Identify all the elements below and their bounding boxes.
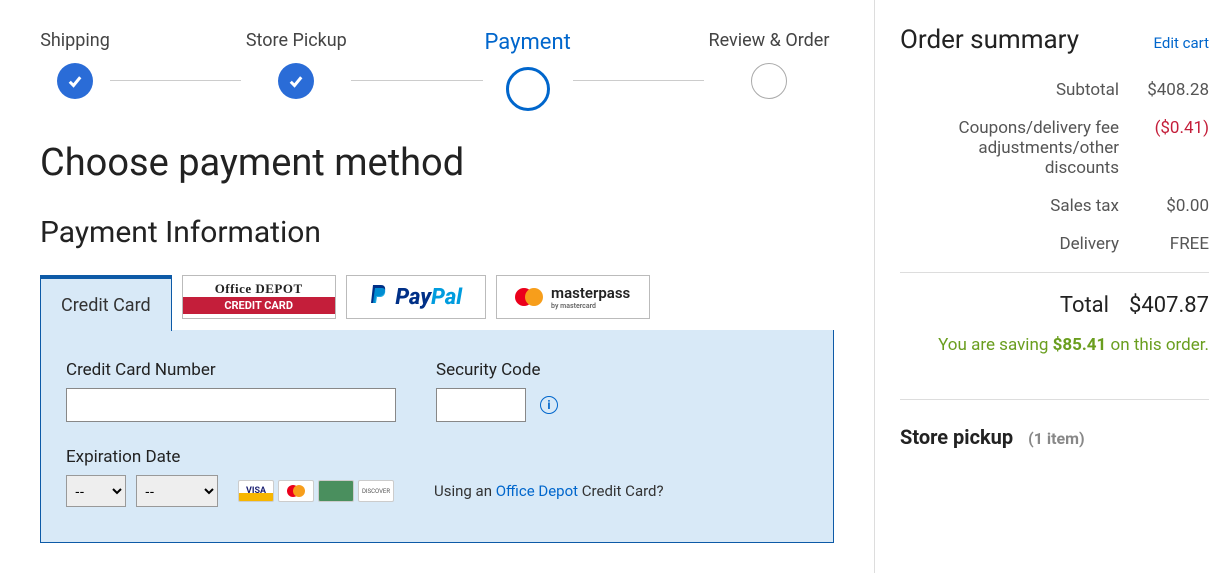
page-title: Choose payment method	[40, 141, 834, 185]
step-circle-later	[751, 63, 787, 99]
info-icon[interactable]: i	[540, 396, 558, 414]
visa-icon: VISA	[238, 480, 274, 502]
office-depot-link[interactable]: Office Depot	[496, 482, 578, 500]
step-review: Review & Order	[704, 30, 834, 99]
payment-tabs: Credit Card Office DEPOT CREDIT CARD Pay…	[40, 275, 834, 331]
office-depot-logo: Office DEPOT	[215, 281, 303, 297]
connector	[573, 80, 704, 81]
connector	[110, 80, 241, 81]
pickup-title: Store pickup	[900, 425, 1013, 449]
paypal-icon	[369, 283, 389, 311]
summary-tax: Sales tax $0.00	[900, 196, 1209, 216]
check-icon	[278, 63, 314, 99]
step-shipping: Shipping	[40, 30, 110, 99]
paypal-pal: Pal	[431, 285, 462, 310]
discover-icon: DISCOVER	[358, 480, 394, 502]
amex-icon	[318, 480, 354, 502]
exp-year-select[interactable]: --	[136, 475, 218, 507]
security-code-label: Security Code	[436, 360, 558, 380]
expiration-field: Expiration Date -- -- VISA DISCOVER	[66, 447, 808, 507]
order-summary-sidebar: Order summary Edit cart Subtotal $408.28…	[874, 0, 1229, 573]
security-code-input[interactable]	[436, 388, 526, 422]
summary-subtotal: Subtotal $408.28	[900, 80, 1209, 100]
step-label: Store Pickup	[246, 30, 347, 51]
cc-number-field: Credit Card Number	[66, 360, 396, 422]
step-label: Review & Order	[709, 30, 830, 51]
step-label: Payment	[485, 30, 571, 55]
step-payment: Payment	[483, 30, 573, 111]
connector	[351, 80, 482, 81]
tab-paypal[interactable]: PayPal	[346, 275, 486, 319]
section-title: Payment Information	[40, 215, 834, 250]
tab-label: Credit Card	[61, 295, 151, 316]
using-od-prompt: Using an Office Depot Credit Card?	[434, 482, 664, 500]
tab-masterpass[interactable]: masterpass by mastercard	[496, 275, 650, 319]
saving-message: You are saving $85.41 on this order.	[900, 333, 1209, 359]
tab-credit-card[interactable]: Credit Card	[40, 275, 172, 331]
edit-cart-link[interactable]: Edit cart	[1154, 34, 1210, 52]
cc-number-input[interactable]	[66, 388, 396, 422]
summary-total: Total $407.87	[900, 293, 1209, 318]
pickup-count: (1 item)	[1028, 429, 1085, 448]
main-content: Shipping Store Pickup Payment Review & O…	[0, 0, 874, 573]
paypal-pay: Pay	[395, 285, 431, 310]
exp-month-select[interactable]: --	[66, 475, 126, 507]
credit-card-panel: Credit Card Number Security Code i Expir…	[40, 330, 834, 543]
tab-office-depot[interactable]: Office DEPOT CREDIT CARD	[182, 275, 336, 319]
check-icon	[57, 63, 93, 99]
masterpass-sublabel: by mastercard	[551, 302, 630, 310]
card-brand-icons: VISA DISCOVER	[238, 480, 394, 502]
summary-delivery: Delivery FREE	[900, 234, 1209, 254]
security-code-field: Security Code i	[436, 360, 558, 422]
summary-discounts: Coupons/delivery fee adjustments/other d…	[900, 118, 1209, 178]
step-store-pickup: Store Pickup	[241, 30, 351, 99]
cc-number-label: Credit Card Number	[66, 360, 396, 380]
summary-title: Order summary	[900, 25, 1079, 55]
masterpass-icon	[515, 288, 543, 306]
expiration-label: Expiration Date	[66, 447, 808, 467]
store-pickup-section: Store pickup (1 item)	[900, 399, 1209, 449]
office-depot-sublabel: CREDIT CARD	[183, 297, 335, 314]
step-label: Shipping	[40, 30, 110, 51]
checkout-stepper: Shipping Store Pickup Payment Review & O…	[40, 30, 834, 111]
masterpass-label: masterpass	[551, 284, 630, 302]
mastercard-icon	[278, 480, 314, 502]
step-circle-active	[506, 67, 550, 111]
divider	[900, 272, 1209, 273]
